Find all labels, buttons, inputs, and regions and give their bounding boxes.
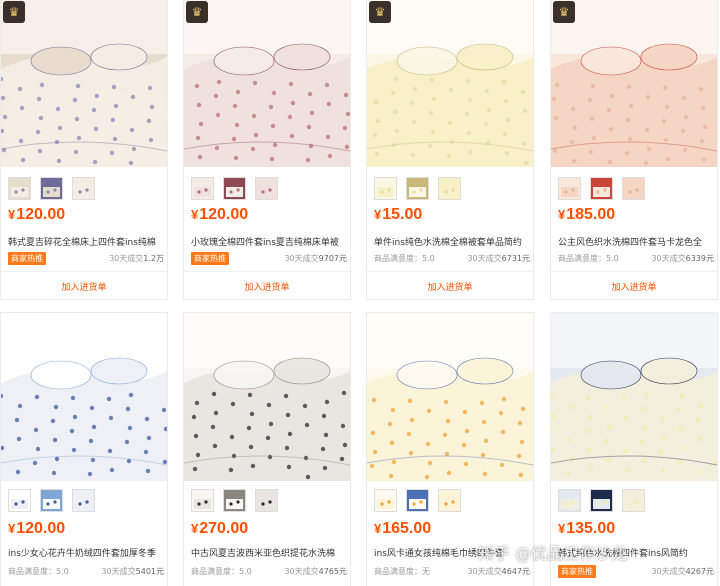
product-price: ¥15.00 [374, 206, 423, 223]
variant-thumbnail[interactable] [40, 489, 63, 512]
product-photo[interactable] [184, 0, 350, 167]
variant-thumbnail[interactable] [223, 489, 246, 512]
crown-icon: ♛ [186, 1, 208, 23]
product-photo[interactable] [367, 0, 533, 167]
satisfaction-rating: 商品满意度：5.0 [8, 567, 69, 576]
variant-thumbnails [191, 489, 278, 512]
product-card[interactable]: ♛ ¥185.00 公主风色织水洗棉四件套马卡龙色全 商品满意度：5.0 30天… [550, 0, 718, 300]
add-to-cart-button[interactable]: 加入进货单 [367, 280, 533, 293]
variant-thumbnails [558, 489, 645, 512]
sales-30d: 30天成交6731元 [467, 254, 530, 263]
variant-thumbnail[interactable] [558, 489, 581, 512]
divider [551, 271, 717, 272]
variant-thumbnail[interactable] [558, 177, 581, 200]
crown-icon: ♛ [369, 1, 391, 23]
sales-30d: 30天成交4267元 [651, 567, 714, 576]
variant-thumbnails [191, 177, 278, 200]
product-photo[interactable] [367, 313, 533, 481]
variant-thumbnail[interactable] [406, 177, 429, 200]
product-price: ¥165.00 [374, 520, 432, 537]
product-title[interactable]: 小玫瑰全棉四件套ins夏吉纯棉床单被 [191, 235, 347, 248]
variant-thumbnail[interactable] [438, 489, 461, 512]
variant-thumbnail[interactable] [590, 177, 613, 200]
product-card[interactable]: ♛ ¥120.00 韩式夏吉碎花全棉床上四件套ins纯棉 商家热推 30天成交1… [0, 0, 168, 300]
product-photo[interactable] [184, 313, 350, 481]
sales-30d: 30天成交4765元 [284, 567, 347, 576]
variant-thumbnail[interactable] [40, 177, 63, 200]
product-price: ¥185.00 [558, 206, 616, 223]
sales-30d: 30天成交5401元 [101, 567, 164, 576]
variant-thumbnails [558, 177, 645, 200]
product-price: ¥120.00 [191, 206, 249, 223]
product-card[interactable]: ♛ ¥120.00 小玫瑰全棉四件套ins夏吉纯棉床单被 商家热推 30天成交9… [183, 0, 351, 300]
sales-30d: 30天成交1.2万 [109, 254, 164, 263]
variant-thumbnail[interactable] [622, 489, 645, 512]
product-meta: 商品满意度：5.0 30天成交5401元 [8, 565, 164, 579]
satisfaction-rating: 商品满意度：无 [374, 567, 430, 576]
watermark: 知乎 @优品工作沙龙 [478, 544, 628, 563]
add-to-cart-button[interactable]: 加入进货单 [1, 280, 167, 293]
product-card[interactable]: ¥270.00 中古风夏吉波西米亚色织提花水洗棉 商品满意度：5.0 30天成交… [183, 312, 351, 586]
product-card[interactable]: ¥120.00 ins少女心花卉牛奶绒四件套加厚冬季 商品满意度：5.0 30天… [0, 312, 168, 586]
satisfaction-rating: 商品满意度：5.0 [191, 567, 252, 576]
product-meta: 商家热推 30天成交1.2万 [8, 252, 164, 266]
product-price: ¥120.00 [8, 206, 66, 223]
hot-badge: 商家热推 [8, 252, 46, 265]
variant-thumbnail[interactable] [374, 489, 397, 512]
product-meta: 商家热推 30天成交9707元 [191, 252, 347, 266]
divider [1, 271, 167, 272]
variant-thumbnail[interactable] [72, 177, 95, 200]
product-meta: 商品满意度：5.0 30天成交6731元 [374, 252, 530, 266]
product-meta: 商品满意度：5.0 30天成交4765元 [191, 565, 347, 579]
variant-thumbnails [374, 489, 461, 512]
product-meta: 商品满意度：5.0 30天成交6339元 [558, 252, 714, 266]
product-photo[interactable] [551, 313, 717, 481]
product-title[interactable]: 中古风夏吉波西米亚色织提花水洗棉 [191, 546, 347, 559]
product-grid: ♛ ¥120.00 韩式夏吉碎花全棉床上四件套ins纯棉 商家热推 30天成交1… [0, 0, 720, 586]
divider [184, 271, 350, 272]
product-title[interactable]: 单件ins纯色水洗棉全棉被套单品简约 [374, 235, 530, 248]
satisfaction-rating: 商品满意度：5.0 [558, 254, 619, 263]
product-title[interactable]: ins少女心花卉牛奶绒四件套加厚冬季 [8, 546, 164, 559]
hot-badge: 商家热推 [558, 565, 596, 578]
sales-30d: 30天成交9707元 [284, 254, 347, 263]
sales-30d: 30天成交4647元 [467, 567, 530, 576]
product-price: ¥270.00 [191, 520, 249, 537]
product-photo[interactable] [551, 0, 717, 167]
product-meta: 商家热推 30天成交4267元 [558, 565, 714, 579]
variant-thumbnail[interactable] [590, 489, 613, 512]
product-price: ¥135.00 [558, 520, 616, 537]
product-meta: 商品满意度：无 30天成交4647元 [374, 565, 530, 579]
crown-icon: ♛ [553, 1, 575, 23]
variant-thumbnail[interactable] [8, 177, 31, 200]
crown-icon: ♛ [3, 1, 25, 23]
product-price: ¥120.00 [8, 520, 66, 537]
add-to-cart-button[interactable]: 加入进货单 [184, 280, 350, 293]
divider [367, 271, 533, 272]
variant-thumbnail[interactable] [255, 489, 278, 512]
variant-thumbnail[interactable] [191, 489, 214, 512]
add-to-cart-button[interactable]: 加入进货单 [551, 280, 717, 293]
variant-thumbnail[interactable] [223, 177, 246, 200]
sales-30d: 30天成交6339元 [651, 254, 714, 263]
variant-thumbnail[interactable] [622, 177, 645, 200]
hot-badge: 商家热推 [191, 252, 229, 265]
variant-thumbnail[interactable] [406, 489, 429, 512]
variant-thumbnails [8, 177, 95, 200]
variant-thumbnail[interactable] [191, 177, 214, 200]
variant-thumbnail[interactable] [8, 489, 31, 512]
variant-thumbnail[interactable] [72, 489, 95, 512]
product-title[interactable]: 韩式夏吉碎花全棉床上四件套ins纯棉 [8, 235, 164, 248]
product-card[interactable]: ♛ ¥15.00 单件ins纯色水洗棉全棉被套单品简约 商品满意度：5.0 30… [366, 0, 534, 300]
product-title[interactable]: 公主风色织水洗棉四件套马卡龙色全 [558, 235, 714, 248]
product-photo[interactable] [1, 0, 167, 167]
variant-thumbnails [374, 177, 461, 200]
variant-thumbnails [8, 489, 95, 512]
variant-thumbnail[interactable] [374, 177, 397, 200]
variant-thumbnail[interactable] [255, 177, 278, 200]
variant-thumbnail[interactable] [438, 177, 461, 200]
product-photo[interactable] [1, 313, 167, 481]
satisfaction-rating: 商品满意度：5.0 [374, 254, 435, 263]
